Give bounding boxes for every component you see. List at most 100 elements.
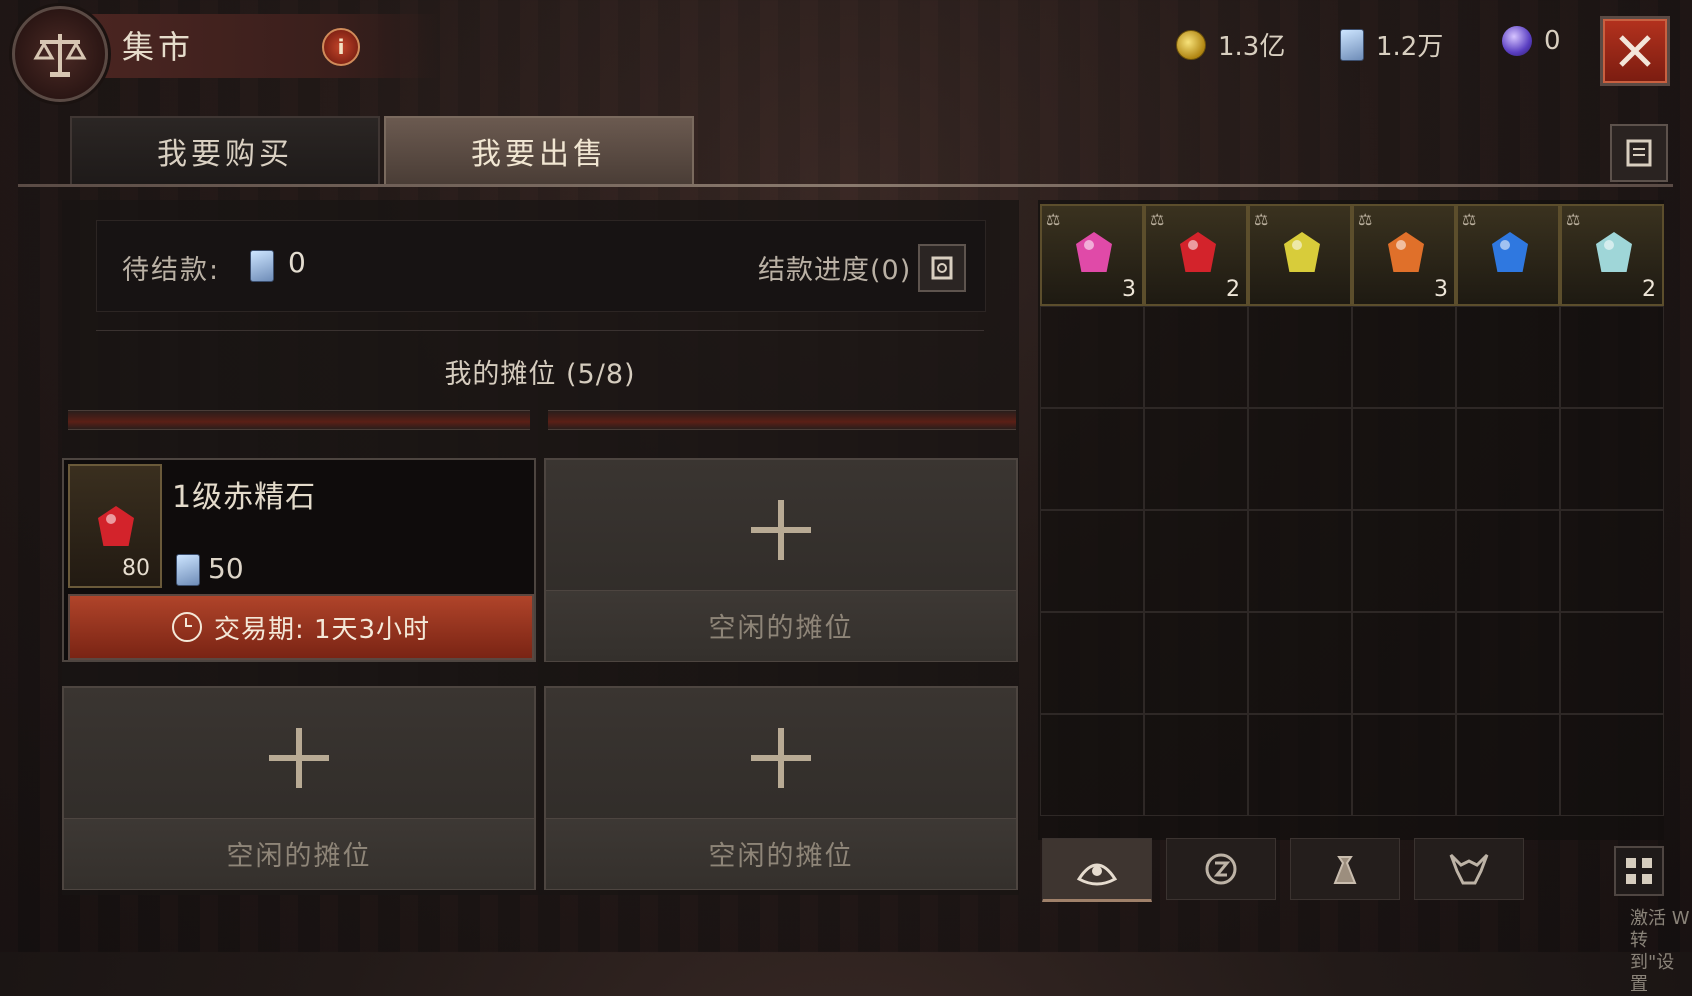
currency-gold: 1.3亿	[1176, 26, 1285, 63]
inventory-slot[interactable]	[1560, 408, 1664, 510]
item-price: 50	[208, 552, 244, 585]
currency-ticket: 1.2万	[1340, 26, 1443, 63]
empty-stall[interactable]: 空闲的摊位	[544, 686, 1018, 890]
record-icon	[1626, 139, 1652, 167]
item-quantity: 2	[1226, 277, 1240, 302]
stall-ornament-right	[548, 410, 1016, 430]
gold-coin-icon	[1176, 29, 1206, 60]
empty-stall-label: 空闲的摊位	[226, 841, 372, 872]
inventory-slot[interactable]	[1144, 714, 1248, 816]
rune-tab-icon	[1205, 853, 1237, 885]
inventory-slot[interactable]: ⚖ 2	[1560, 204, 1664, 306]
bag-tab[interactable]	[1290, 838, 1400, 900]
inventory-slot[interactable]	[1040, 408, 1144, 510]
orb-amount: 0	[1544, 26, 1561, 56]
inventory-slot[interactable]	[1144, 510, 1248, 612]
ticket-icon	[176, 554, 200, 586]
tab-buy[interactable]: 我要购买	[70, 116, 380, 186]
empty-stall-label: 空闲的摊位	[708, 841, 854, 872]
inventory-slot[interactable]	[1352, 612, 1456, 714]
record-button[interactable]	[1610, 124, 1668, 182]
inventory-slot[interactable]	[1040, 510, 1144, 612]
watermark-line: 转到"设置	[1630, 930, 1675, 995]
inventory-slot[interactable]	[1248, 612, 1352, 714]
demon-tab[interactable]	[1414, 838, 1524, 900]
info-button[interactable]: i	[322, 28, 360, 66]
gem-shine	[1188, 240, 1198, 250]
inventory-slot[interactable]: ⚖ 2	[1144, 204, 1248, 306]
trade-period-text: 交易期: 1天3小时	[213, 614, 431, 645]
yellow-gem-icon	[1284, 232, 1320, 272]
grid-view-button[interactable]	[1614, 846, 1664, 896]
my-stalls-title: 我的摊位 (5/8)	[444, 359, 636, 390]
inventory-slot[interactable]	[1456, 510, 1560, 612]
divider	[96, 330, 984, 331]
inventory-slot[interactable]	[1456, 306, 1560, 408]
header: 集市 i 1.3亿 1.2万 0	[0, 0, 1692, 102]
inventory-slot[interactable]	[1456, 612, 1560, 714]
inventory-slot[interactable]	[1560, 306, 1664, 408]
inventory-slot[interactable]	[1352, 714, 1456, 816]
pink-gem-icon	[1076, 232, 1112, 272]
inventory-slot[interactable]	[1248, 306, 1352, 408]
currency-orb: 0	[1502, 26, 1561, 56]
market-listable-icon: ⚖	[1046, 210, 1061, 229]
add-icon	[751, 500, 811, 560]
market-listable-icon: ⚖	[1358, 210, 1373, 229]
inventory-slot[interactable]	[1456, 714, 1560, 816]
page-title: 集市	[122, 28, 195, 66]
inventory-slot[interactable]	[1248, 408, 1352, 510]
orange-gem-icon	[1388, 232, 1424, 272]
item-quantity: 3	[1122, 277, 1136, 302]
inventory-slot[interactable]	[1352, 408, 1456, 510]
inventory-slot[interactable]	[1248, 714, 1352, 816]
gem-shine	[1500, 240, 1510, 250]
bag-tab-icon	[1333, 856, 1357, 884]
inventory-grid: ⚖ 3 ⚖ 2 ⚖ ⚖ 3 ⚖ ⚖ 2	[1040, 204, 1664, 816]
inventory-slot[interactable]	[1040, 612, 1144, 714]
inventory-slot[interactable]: ⚖ 3	[1352, 204, 1456, 306]
orb-icon	[1502, 26, 1532, 56]
inventory-slot[interactable]	[1352, 510, 1456, 612]
inventory-slot[interactable]: ⚖	[1456, 204, 1560, 306]
inventory-slot[interactable]	[1144, 306, 1248, 408]
market-listable-icon: ⚖	[1150, 210, 1165, 229]
settlement-progress-button[interactable]	[918, 244, 966, 292]
inventory-slot[interactable]	[1352, 306, 1456, 408]
trade-period-bar: 交易期: 1天3小时	[68, 594, 534, 660]
market-listable-icon: ⚖	[1254, 210, 1269, 229]
demon-tab-icon	[1449, 853, 1489, 885]
inventory-slot[interactable]	[1144, 612, 1248, 714]
inventory-slot[interactable]	[1040, 714, 1144, 816]
gem-shine	[1604, 240, 1614, 250]
item-quantity: 2	[1642, 277, 1656, 302]
gem-tab[interactable]	[1042, 838, 1152, 902]
cyan-gem-icon	[1596, 232, 1632, 272]
inventory-slot[interactable]	[1560, 714, 1664, 816]
market-listable-icon: ⚖	[1462, 210, 1477, 229]
inventory-slot[interactable]	[1144, 408, 1248, 510]
inventory-slot[interactable]	[1248, 510, 1352, 612]
inventory-slot[interactable]	[1560, 510, 1664, 612]
empty-stall[interactable]: 空闲的摊位	[544, 458, 1018, 662]
inventory-slot[interactable]	[1456, 408, 1560, 510]
clock-icon	[171, 612, 202, 642]
watermark-line: 激活 W	[1630, 908, 1690, 929]
inventory-slot[interactable]: ⚖ 3	[1040, 204, 1144, 306]
rune-tab[interactable]	[1166, 838, 1276, 900]
inventory-slot[interactable]	[1560, 612, 1664, 714]
close-button[interactable]	[1600, 16, 1670, 86]
item-name: 1级赤精石	[172, 480, 317, 515]
system-watermark: 激活 W 转到"设置	[1630, 908, 1692, 996]
gem-shine	[1396, 240, 1406, 250]
inventory-slot[interactable]: ⚖	[1248, 204, 1352, 306]
item-count: 80	[122, 556, 150, 581]
pending-payment-value: 0	[288, 246, 306, 279]
ticket-amount: 1.2万	[1376, 32, 1444, 62]
inventory-slot[interactable]	[1040, 306, 1144, 408]
scroll-icon	[931, 256, 953, 280]
tab-sell[interactable]: 我要出售	[384, 116, 694, 186]
empty-stall[interactable]: 空闲的摊位	[62, 686, 536, 890]
add-icon	[751, 728, 811, 788]
red-gem-icon	[1180, 232, 1216, 272]
